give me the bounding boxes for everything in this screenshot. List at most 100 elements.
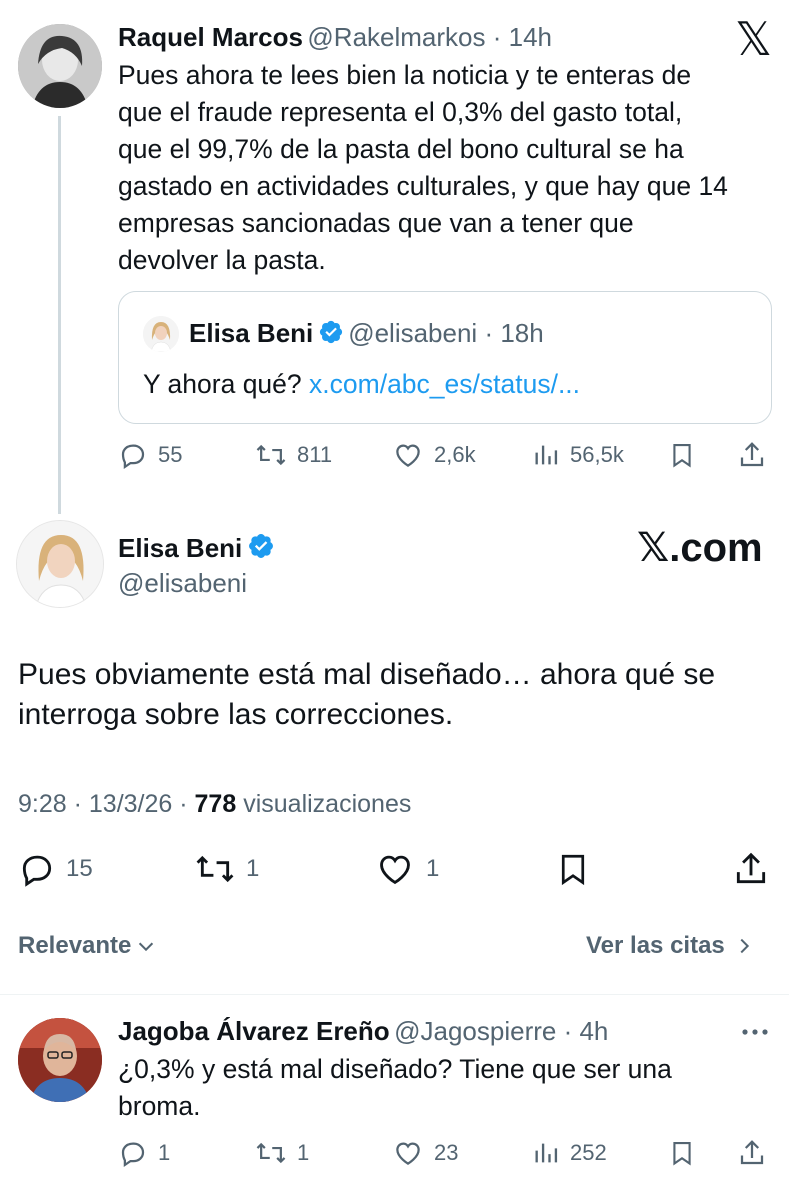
- views-button[interactable]: 252: [532, 1138, 607, 1168]
- reply-button[interactable]: 1: [118, 1138, 170, 1168]
- share-icon: [736, 852, 766, 884]
- share-button[interactable]: [737, 1138, 767, 1168]
- relevance-label: Relevante: [18, 932, 132, 959]
- reply-header: Jagoba Álvarez Ereño @Jagospierre · 4h: [118, 1016, 608, 1047]
- quote-text-body: Y ahora qué?: [143, 369, 302, 399]
- reply-icon: [121, 1142, 145, 1167]
- text-line: broma.: [118, 1091, 201, 1121]
- chevron-down-icon: [139, 942, 154, 952]
- bookmark-button[interactable]: [555, 850, 591, 888]
- views-label: visualizaciones: [243, 790, 412, 818]
- avatar-jagoba[interactable]: [18, 1018, 102, 1102]
- reply-button[interactable]: 55: [118, 440, 182, 470]
- views-count: 252: [570, 1140, 607, 1165]
- heart-icon: [380, 855, 410, 885]
- separator-dot: ·: [485, 22, 509, 52]
- author-name[interactable]: Raquel Marcos: [118, 22, 303, 52]
- tweet-time[interactable]: 9:28: [18, 790, 67, 818]
- views-chart-icon: [535, 445, 558, 465]
- avatar-elisa-beni[interactable]: [16, 520, 104, 608]
- quote-header: Elisa Beni @elisabeni · 18h: [189, 318, 544, 349]
- avatar-photo: [18, 24, 102, 108]
- views-count: 56,5k: [570, 442, 624, 467]
- like-count: 1: [426, 855, 440, 882]
- quotes-label: Ver las citas: [586, 932, 725, 959]
- like-button[interactable]: 23: [392, 1138, 458, 1168]
- repost-count: 1: [297, 1140, 310, 1165]
- section-divider: [0, 994, 789, 995]
- reply-icon: [121, 444, 145, 469]
- more-options-button[interactable]: [740, 1022, 770, 1047]
- repost-button[interactable]: 1: [194, 850, 259, 888]
- main-tweet-text: Pues obviamente está mal diseñado… ahora…: [18, 655, 778, 735]
- verified-badge-icon: [319, 320, 342, 344]
- xcom-brand: 𝕏.com: [637, 526, 763, 570]
- reply-count: 15: [66, 855, 93, 882]
- avatar-photo: [18, 1018, 102, 1102]
- tweet-date[interactable]: 13/3/26: [89, 790, 172, 818]
- repost-button[interactable]: 1: [255, 1138, 309, 1168]
- share-icon: [740, 1140, 764, 1165]
- repost-icon: [256, 444, 286, 466]
- parent-tweet-text: Pues ahora te lees bien la noticia y te …: [118, 57, 778, 279]
- text-line: devolver la pasta.: [118, 245, 326, 275]
- view-quotes-link[interactable]: Ver las citas: [586, 932, 755, 960]
- views-button[interactable]: 56,5k: [532, 440, 624, 470]
- share-button[interactable]: [737, 440, 767, 470]
- x-logo-icon: 𝕏: [637, 526, 670, 570]
- separator-dot: ·: [556, 1016, 580, 1046]
- text-line: gastado en actividades culturales, y que…: [118, 171, 728, 201]
- like-count: 2,6k: [434, 442, 476, 467]
- tweet-time[interactable]: 14h: [509, 22, 552, 52]
- quote-author-handle[interactable]: @elisabeni: [348, 318, 477, 348]
- bookmark-icon: [673, 1142, 691, 1166]
- separator-dot: ·: [477, 318, 501, 348]
- reply-count: 55: [158, 442, 183, 467]
- main-tweet-meta: 9:28 · 13/3/26 · 778 visualizaciones: [18, 790, 411, 819]
- relevance-dropdown[interactable]: Relevante: [18, 932, 157, 960]
- author-name[interactable]: Jagoba Álvarez Ereño: [118, 1016, 390, 1046]
- like-button[interactable]: 2,6k: [392, 440, 476, 470]
- repost-button[interactable]: 811: [255, 440, 332, 470]
- text-line: Pues obviamente está mal diseñado… ahora…: [18, 658, 716, 691]
- avatar-raquel-marcos[interactable]: [18, 24, 102, 108]
- avatar-photo: [17, 521, 103, 607]
- share-button[interactable]: [732, 850, 770, 888]
- text-line: interroga sobre las correcciones.: [18, 698, 454, 731]
- reply-count: 1: [158, 1140, 171, 1165]
- author-handle[interactable]: @Rakelmarkos: [307, 22, 485, 52]
- text-line: empresas sancionadas que van a tener que: [118, 208, 634, 238]
- reply-icon: [22, 855, 52, 887]
- main-author-handle[interactable]: @elisabeni: [118, 568, 247, 599]
- verified-badge-icon: [248, 534, 273, 558]
- reply-text: ¿0,3% y está mal diseñado? Tiene que ser…: [118, 1051, 778, 1125]
- bookmark-button[interactable]: [668, 440, 696, 470]
- xcom-label: .com: [669, 526, 763, 570]
- thread-connector-line: [58, 116, 61, 514]
- main-tweet-author[interactable]: Elisa Beni: [118, 532, 275, 564]
- reply-button[interactable]: 15: [18, 850, 93, 888]
- text-line: Pues ahora te lees bien la noticia y te …: [118, 60, 692, 90]
- chevron-right-icon: [740, 938, 749, 954]
- text-line: que el fraude representa el 0,3% del gas…: [118, 97, 683, 127]
- bookmark-button[interactable]: [668, 1138, 696, 1168]
- repost-icon: [256, 1142, 286, 1164]
- avatar-photo: [143, 316, 179, 352]
- bookmark-icon: [673, 444, 691, 468]
- repost-count: 1: [246, 855, 260, 882]
- repost-icon: [196, 855, 234, 883]
- author-name[interactable]: Elisa Beni: [118, 533, 242, 563]
- share-icon: [740, 442, 764, 467]
- tweet-time[interactable]: 4h: [579, 1016, 608, 1046]
- quote-link[interactable]: x.com/abc_es/status/...: [309, 369, 580, 399]
- more-dots-icon: [742, 1029, 768, 1035]
- quote-author-name[interactable]: Elisa Beni: [189, 318, 313, 348]
- quote-time: 18h: [500, 318, 544, 348]
- heart-icon: [396, 444, 420, 467]
- heart-icon: [396, 1142, 420, 1165]
- quote-text: Y ahora qué? x.com/abc_es/status/...: [143, 366, 580, 403]
- quoted-tweet-card[interactable]: Elisa Beni @elisabeni · 18h Y ahora qué?…: [118, 291, 772, 424]
- separator-dot: ·: [66, 790, 89, 818]
- like-button[interactable]: 1: [374, 850, 439, 888]
- author-handle[interactable]: @Jagospierre: [394, 1016, 556, 1046]
